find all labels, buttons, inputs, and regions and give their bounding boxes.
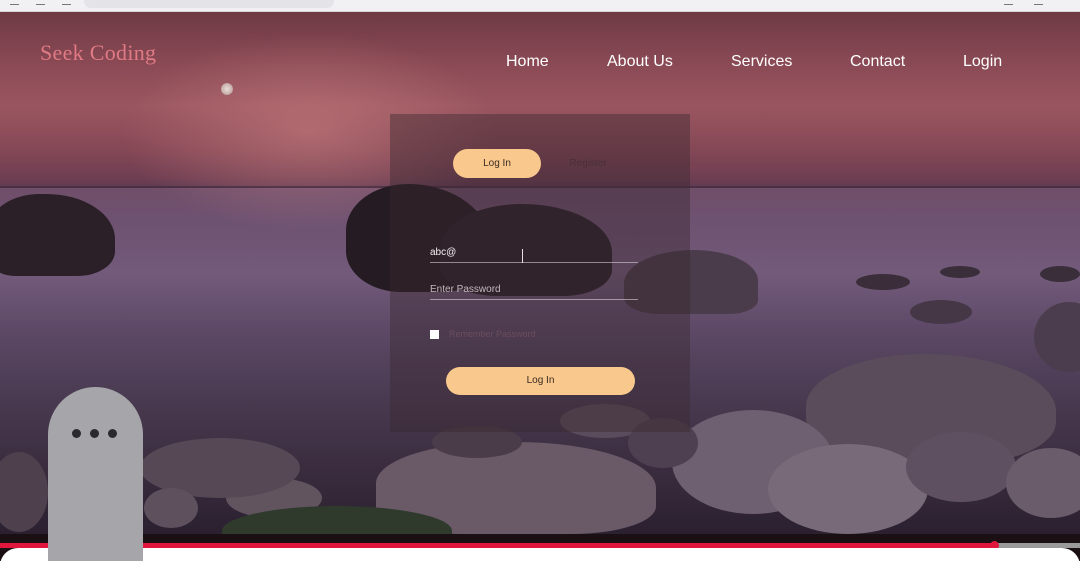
moon	[221, 83, 233, 95]
forward-icon[interactable]	[36, 0, 45, 5]
floating-overlay-button[interactable]	[48, 387, 143, 561]
address-bar[interactable]	[84, 0, 334, 8]
email-field[interactable]	[430, 243, 638, 263]
rock	[910, 300, 972, 324]
tab-register[interactable]: Register	[545, 149, 631, 178]
more-dots-icon	[108, 429, 117, 438]
nav-services[interactable]: Services	[731, 53, 792, 71]
rock	[1040, 266, 1080, 282]
remember-checkbox[interactable]	[430, 330, 439, 339]
more-dots-icon	[72, 429, 81, 438]
rock	[940, 266, 980, 278]
browser-toolbar	[0, 0, 1080, 12]
rock	[768, 444, 928, 534]
brand-logo[interactable]: Seek Coding	[40, 40, 156, 66]
rock	[906, 432, 1016, 502]
password-field[interactable]	[430, 280, 638, 300]
tab-login[interactable]: Log In	[453, 149, 541, 178]
more-dots-icon	[90, 429, 99, 438]
remember-label: Remember Password	[449, 329, 536, 339]
bottom-sheet	[0, 548, 1080, 561]
rock	[144, 488, 198, 528]
reload-icon[interactable]	[62, 0, 71, 5]
login-submit-button[interactable]: Log In	[446, 367, 635, 395]
account-icon[interactable]	[1034, 0, 1043, 5]
nav-home[interactable]: Home	[506, 53, 549, 71]
nav-contact[interactable]: Contact	[850, 53, 905, 71]
text-cursor-icon	[522, 249, 526, 263]
rock	[856, 274, 910, 290]
bookmark-icon[interactable]	[1004, 0, 1013, 5]
rock	[1006, 448, 1080, 518]
nav-about-us[interactable]: About Us	[607, 53, 673, 71]
nav-login[interactable]: Login	[963, 53, 1002, 71]
back-icon[interactable]	[10, 0, 19, 5]
rock	[0, 452, 48, 532]
